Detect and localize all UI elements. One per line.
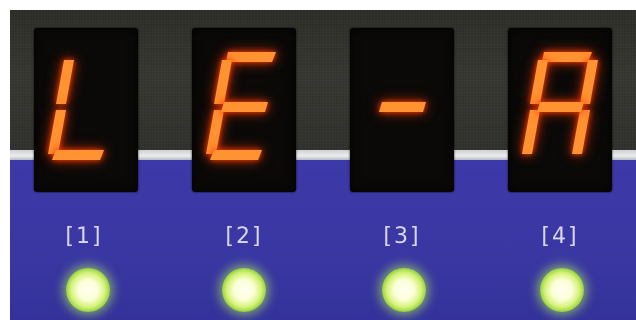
segment-core-b_left_top xyxy=(56,60,74,104)
channel-label-3: [3] xyxy=(383,224,421,249)
indicator-led-3 xyxy=(382,268,426,312)
segment-core-a xyxy=(542,52,592,62)
segment-core-b_left_bottom xyxy=(48,110,66,154)
device-panel: [1] [2] [3] [4] xyxy=(0,0,636,320)
segment-core-d xyxy=(52,150,104,160)
digit-3-glyph xyxy=(379,102,426,112)
segment-core-g xyxy=(221,102,268,112)
digit-1-glyph xyxy=(48,60,104,160)
channel-label-1: [1] xyxy=(65,224,103,249)
segment-core-a xyxy=(226,52,276,62)
indicator-led-4 xyxy=(540,268,584,312)
digit-4-glyph xyxy=(522,52,598,154)
segment-core-g xyxy=(379,102,426,112)
segment-core-b_left_bottom xyxy=(206,110,224,154)
seven-segment-digit-1 xyxy=(34,28,138,192)
seven-segment-digit-3 xyxy=(350,28,454,192)
segment-core-b_left_top xyxy=(530,60,548,104)
seven-segment-digit-4 xyxy=(508,28,612,192)
indicator-led-1 xyxy=(66,268,110,312)
segment-core-b_right_top xyxy=(580,60,598,104)
channel-label-2: [2] xyxy=(225,224,263,249)
segment-core-b_left_bottom xyxy=(522,110,540,154)
segment-core-g xyxy=(537,102,584,112)
channel-label-4: [4] xyxy=(541,224,579,249)
indicator-led-2 xyxy=(222,268,266,312)
seven-segment-digit-2 xyxy=(192,28,296,192)
digit-2-glyph xyxy=(206,52,276,160)
segment-core-b_right_bottom xyxy=(572,110,590,154)
segment-core-d xyxy=(210,150,262,160)
segment-core-b_left_top xyxy=(214,60,232,104)
